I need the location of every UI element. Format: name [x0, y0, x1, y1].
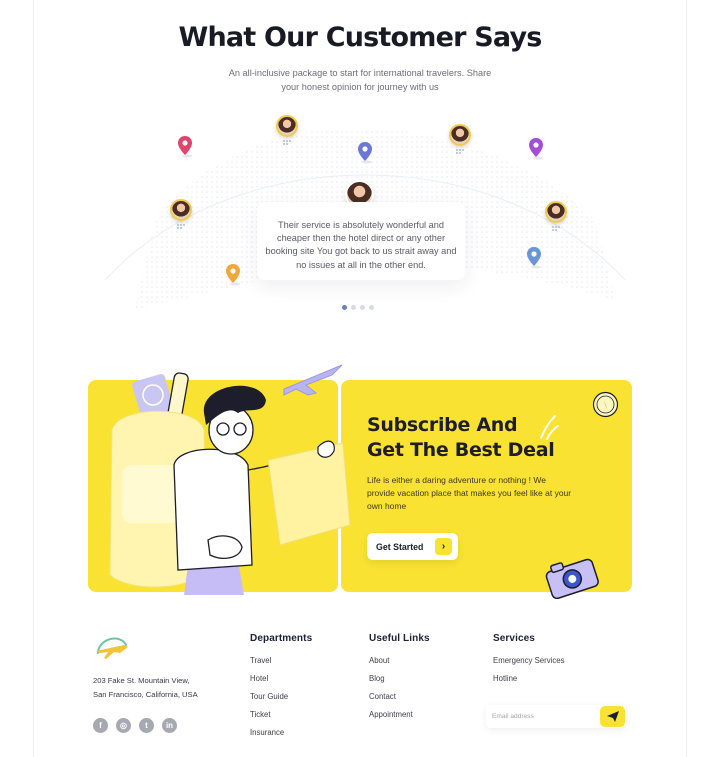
footer-link-hotline[interactable]: Hotline: [493, 674, 565, 692]
subscribe-heading-line1: Subscribe And: [367, 414, 518, 436]
testimonial-quote: Their service is absolutely wonderful an…: [265, 220, 457, 270]
footer-link-appointment[interactable]: Appointment: [369, 710, 430, 728]
subscribe-heading: Subscribe And Get The Best Deal: [367, 413, 597, 463]
send-button[interactable]: [600, 706, 625, 727]
footer-link-contact[interactable]: Contact: [369, 692, 430, 710]
footer-useful-links: Useful Links About Blog Contact Appointm…: [369, 633, 430, 728]
airline-logo[interactable]: [94, 631, 130, 663]
footer-departments: Departments Travel Hotel Tour Guide Tick…: [250, 633, 312, 746]
footer-link-insurance[interactable]: Insurance: [250, 728, 312, 746]
twitter-icon[interactable]: t: [139, 718, 154, 733]
map-pin-icon: [178, 136, 192, 158]
carousel-dot-active[interactable]: [342, 305, 347, 310]
footer-address: 203 Fake St. Mountain View, San Francisc…: [93, 674, 233, 702]
avatar-dots: [283, 140, 291, 145]
instagram-icon[interactable]: ◎: [116, 718, 131, 733]
sparkle-decoration-icon: [540, 415, 559, 440]
newsletter-form: [486, 705, 626, 728]
section-title: What Our Customer Says: [178, 22, 542, 53]
section-subtitle: An all-inclusive package to start for in…: [228, 68, 492, 92]
social-links: f ◎ t in: [93, 718, 177, 733]
footer-link-tour-guide[interactable]: Tour Guide: [250, 692, 312, 710]
carousel-dots: [342, 305, 374, 310]
get-started-button[interactable]: Get Started ›: [367, 533, 458, 560]
footer-services: Services Emergency Services Hotline: [493, 633, 565, 692]
map-pin-icon: [358, 142, 372, 164]
address-line2: San Francisco, California, USA: [93, 690, 198, 699]
useful-links-heading: Useful Links: [369, 633, 430, 644]
customer-avatar[interactable]: [170, 199, 192, 221]
compass-icon: [592, 391, 619, 418]
footer-link-hotel[interactable]: Hotel: [250, 674, 312, 692]
customer-avatar[interactable]: [545, 201, 567, 223]
footer-link-emergency-services[interactable]: Emergency Services: [493, 656, 565, 674]
camera-icon: [545, 558, 599, 599]
customer-avatar[interactable]: [449, 124, 471, 146]
map-pin-icon: [527, 247, 541, 269]
carousel-dot[interactable]: [351, 305, 356, 310]
subscribe-heading-line2: Get The Best Deal: [367, 439, 555, 461]
footer-link-blog[interactable]: Blog: [369, 674, 430, 692]
map-pin-icon: [226, 264, 240, 286]
subscribe-description: Life is either a daring adventure or not…: [367, 475, 572, 511]
avatar-dots: [552, 226, 560, 231]
avatar-dots: [456, 149, 464, 154]
services-heading: Services: [493, 633, 535, 644]
traveler-illustration: [109, 364, 351, 595]
paper-plane-icon: [606, 711, 619, 722]
departments-heading: Departments: [250, 633, 313, 644]
map-pin-icon: [529, 138, 543, 160]
customer-avatar[interactable]: [276, 115, 298, 137]
email-input[interactable]: [492, 710, 592, 723]
avatar-dots: [177, 224, 185, 229]
footer-link-about[interactable]: About: [369, 656, 430, 674]
carousel-dot[interactable]: [369, 305, 374, 310]
linkedin-icon[interactable]: in: [162, 718, 177, 733]
footer-link-ticket[interactable]: Ticket: [250, 710, 312, 728]
chevron-right-icon: ›: [435, 538, 452, 555]
carousel-dot[interactable]: [360, 305, 365, 310]
footer-link-travel[interactable]: Travel: [250, 656, 312, 674]
address-line1: 203 Fake St. Mountain View,: [93, 676, 190, 685]
get-started-label: Get Started: [376, 541, 424, 552]
facebook-icon[interactable]: f: [93, 718, 108, 733]
